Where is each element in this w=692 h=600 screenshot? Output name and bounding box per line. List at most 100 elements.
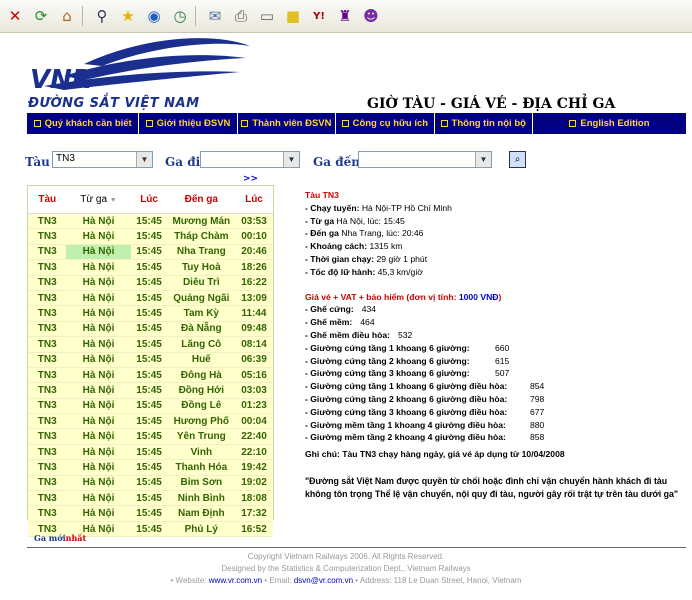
- chevron-down-icon[interactable]: ▼: [283, 152, 299, 167]
- cell-arrive: 01:23: [234, 398, 273, 415]
- detail-value: 29 giờ 1 phút: [374, 253, 428, 264]
- nav-item-members[interactable]: Thành viên ĐSVN: [238, 113, 337, 134]
- price-heading-close: ): [498, 291, 502, 302]
- col-header-train[interactable]: Tàu: [28, 186, 67, 214]
- footer-website-label: • Website:: [170, 576, 209, 585]
- home-icon[interactable]: ⌂: [56, 5, 78, 27]
- table-row[interactable]: TN3 Hà Nội 15:45 Tuy Hoà 18:26: [28, 259, 273, 276]
- edit-icon[interactable]: ▭: [256, 5, 278, 27]
- table-row[interactable]: TN3 Hà Nội 15:45 Ninh Bình 18:08: [28, 490, 273, 507]
- vnr-logo[interactable]: VNR ĐƯỜNG SẮT VIỆT NAM: [24, 34, 254, 112]
- cell-depart: 15:45: [130, 521, 168, 538]
- search-button[interactable]: ⌕: [509, 151, 526, 168]
- cell-train: TN3: [28, 367, 67, 384]
- table-row[interactable]: TN3 Hà Nội 15:45 Yên Trung 22:40: [28, 428, 273, 445]
- table-row[interactable]: TN3 Hà Nội 15:45 Đồng Hới 03:03: [28, 382, 273, 399]
- footer-website-link[interactable]: www.vr.com.vn: [209, 576, 262, 585]
- table-row[interactable]: TN3 Hà Nội 15:45 Mương Mán 03:53: [28, 213, 273, 230]
- price-value: 464: [360, 317, 375, 328]
- table-row[interactable]: TN3 Hà Nội 15:45 Bỉm Sơn 19:02: [28, 475, 273, 492]
- cell-depart: 15:45: [130, 428, 168, 445]
- footer-email-link[interactable]: dsvn@vr.com.vn: [294, 576, 353, 585]
- detail-value: Nha Trang, lúc: 20:46: [338, 228, 424, 239]
- cell-depart: 15:45: [130, 228, 168, 245]
- nav-item-internal[interactable]: Thông tin nội bộ: [435, 113, 533, 134]
- nav-item-tools[interactable]: Công cụ hữu ích: [336, 113, 435, 134]
- col-header-arrive[interactable]: Lúc: [234, 186, 273, 214]
- vnr-logo-graphic: VNR: [30, 38, 250, 95]
- chevron-down-icon[interactable]: ▼: [475, 152, 491, 167]
- col-header-to[interactable]: Đến ga: [167, 186, 235, 214]
- table-row[interactable]: TN3 Hà Nội 15:45 Thanh Hóa 19:42: [28, 459, 273, 476]
- table-row[interactable]: TN3 Hà Nội 15:45 Đà Nẵng 09:48: [28, 321, 273, 338]
- col-header-depart[interactable]: Lúc: [130, 186, 168, 214]
- cell-from: Hà Nội: [66, 336, 131, 353]
- detail-key: - Chạy tuyến:: [305, 202, 360, 213]
- price-key: - Giường mềm tầng 1 khoang 4 giường điều…: [305, 419, 506, 430]
- cell-to: Diêu Trì: [167, 275, 235, 291]
- cell-depart: 15:45: [130, 352, 168, 368]
- cell-from: Hà Nội: [66, 459, 131, 476]
- cell-train: TN3: [28, 213, 67, 230]
- table-row[interactable]: TN3 Hà Nội 15:45 Diêu Trì 16:22: [28, 275, 273, 291]
- nav-item-english[interactable]: English Edition: [533, 113, 686, 134]
- cell-arrive: 22:40: [234, 428, 273, 445]
- cell-to: Tam Kỳ: [167, 305, 235, 322]
- train-select[interactable]: TN3 ▼: [52, 151, 153, 168]
- table-row[interactable]: TN3 Hà Nội 15:45 Tháp Chàm 00:10: [28, 228, 273, 245]
- print-icon[interactable]: ⎙: [230, 5, 252, 27]
- mail-icon[interactable]: ✉: [204, 5, 226, 27]
- cell-depart: 15:45: [130, 413, 168, 430]
- to-station-select[interactable]: ▼: [358, 151, 492, 168]
- footer-designed: Designed by the Statistics & Computeriza…: [221, 564, 471, 573]
- nav-bullet-icon: [440, 120, 448, 127]
- toolbar-divider: [82, 6, 83, 26]
- table-row[interactable]: TN3 Hà Nội 15:45 Đông Hà 05:16: [28, 367, 273, 384]
- yahoo-smiley-icon[interactable]: ☻: [360, 5, 382, 27]
- chevron-down-icon[interactable]: ▼: [136, 152, 152, 167]
- from-station-select[interactable]: ▼: [200, 151, 300, 168]
- history-icon[interactable]: ◷: [169, 5, 191, 27]
- table-row[interactable]: TN3 Hà Nội 15:45 Đồng Lê 01:23: [28, 398, 273, 415]
- cell-from: Hà Nội: [66, 259, 131, 276]
- cell-arrive: 09:48: [234, 321, 273, 338]
- table-row[interactable]: TN3 Hà Nội 15:45 Quảng Ngãi 13:09: [28, 290, 273, 307]
- toolbar-divider: [195, 6, 196, 26]
- favorites-icon[interactable]: ★: [117, 5, 139, 27]
- table-row[interactable]: TN3 Hà Nội 15:45 Nha Trang 20:46: [28, 244, 273, 261]
- media-icon[interactable]: ◉: [143, 5, 165, 27]
- table-row[interactable]: TN3 Hà Nội 15:45 Lăng Cô 08:14: [28, 336, 273, 353]
- cell-depart: 15:45: [130, 321, 168, 338]
- price-key: - Giường cứng tầng 2 khoang 6 giường điề…: [305, 393, 508, 404]
- footer-divider: [27, 547, 686, 548]
- table-row[interactable]: TN3 Hà Nội 15:45 Hương Phố 00:04: [28, 413, 273, 430]
- more-link[interactable]: >>: [243, 174, 258, 184]
- nav-label: Giới thiệu ĐSVN: [156, 118, 231, 129]
- cell-arrive: 16:22: [234, 275, 273, 291]
- table-row[interactable]: TN3 Hà Nội 15:45 Tam Kỳ 11:44: [28, 305, 273, 322]
- cell-from: Hà Nội: [66, 321, 131, 338]
- close-icon[interactable]: ✕: [4, 5, 26, 27]
- cell-to: Nam Định: [167, 505, 235, 522]
- table-row[interactable]: TN3 Hà Nội 15:45 Vinh 22:10: [28, 444, 273, 461]
- detail-key: - Thời gian chạy:: [305, 253, 375, 264]
- refresh-icon[interactable]: ⟳: [30, 5, 52, 27]
- nav-item-customers[interactable]: Quý khách cần biết: [27, 113, 140, 134]
- cell-to: Lăng Cô: [167, 336, 235, 353]
- table-row[interactable]: TN3 Hà Nội 15:45 Nam Định 17:32: [28, 505, 273, 522]
- messenger-icon[interactable]: ♜: [334, 5, 356, 27]
- price-key: - Giường cứng tầng 3 khoang 6 giường:: [305, 368, 470, 379]
- detail-key: - Tốc độ lữ hành:: [305, 266, 376, 277]
- col-header-from[interactable]: Từ ga ▼: [66, 186, 131, 214]
- discuss-icon[interactable]: ■: [282, 5, 304, 27]
- cell-train: TN3: [28, 428, 67, 445]
- cell-from: Hà Nội: [66, 228, 131, 245]
- price-line: - Ghế mềm: 464: [305, 316, 685, 329]
- new-stations-link[interactable]: Ga mớinhất: [34, 533, 86, 543]
- yahoo-icon[interactable]: Y!: [308, 5, 330, 27]
- search-icon[interactable]: ⚲: [91, 5, 113, 27]
- price-key: - Ghế cứng:: [305, 304, 354, 315]
- cell-from: Hà Nội: [66, 305, 131, 322]
- nav-item-about[interactable]: Giới thiệu ĐSVN: [139, 113, 238, 134]
- table-row[interactable]: TN3 Hà Nội 15:45 Huế 06:39: [28, 352, 273, 368]
